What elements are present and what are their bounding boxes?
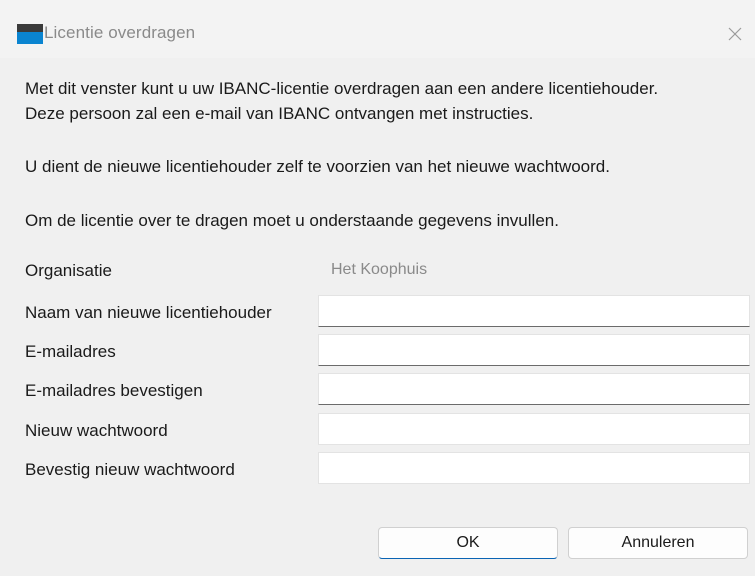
password-instruction-text: U dient de nieuwe licentiehouder zelf te… <box>25 157 610 176</box>
new-password-label: Nieuw wachtwoord <box>25 421 168 440</box>
close-button[interactable] <box>720 20 750 48</box>
close-icon <box>728 27 742 41</box>
new-holder-name-input[interactable] <box>318 295 750 327</box>
ok-button[interactable]: OK <box>378 527 558 559</box>
fill-in-instruction-text: Om de licentie over te dragen moet u ond… <box>25 211 559 230</box>
new-holder-name-label: Naam van nieuwe licentiehouder <box>25 303 272 322</box>
organisation-label: Organisatie <box>25 261 112 280</box>
title-bar: Licentie overdragen <box>0 0 755 58</box>
email-label: E-mailadres <box>25 342 116 361</box>
cancel-button[interactable]: Annuleren <box>568 527 748 559</box>
organisation-value: Het Koophuis <box>331 261 428 278</box>
new-password-confirm-input[interactable] <box>318 452 750 484</box>
new-password-input[interactable] <box>318 413 750 445</box>
new-password-confirm-label: Bevestig nieuw wachtwoord <box>25 460 235 479</box>
window-title: Licentie overdragen <box>44 23 196 42</box>
email-input[interactable] <box>318 334 750 366</box>
license-transfer-dialog: Licentie overdragen Met dit venster kunt… <box>0 0 755 576</box>
app-icon <box>17 24 43 44</box>
email-confirm-label: E-mailadres bevestigen <box>25 381 203 400</box>
intro-text-line-1: Met dit venster kunt u uw IBANC-licentie… <box>25 79 659 98</box>
email-confirm-input[interactable] <box>318 373 750 405</box>
intro-text-line-2: Deze persoon zal een e-mail van IBANC on… <box>25 104 534 123</box>
